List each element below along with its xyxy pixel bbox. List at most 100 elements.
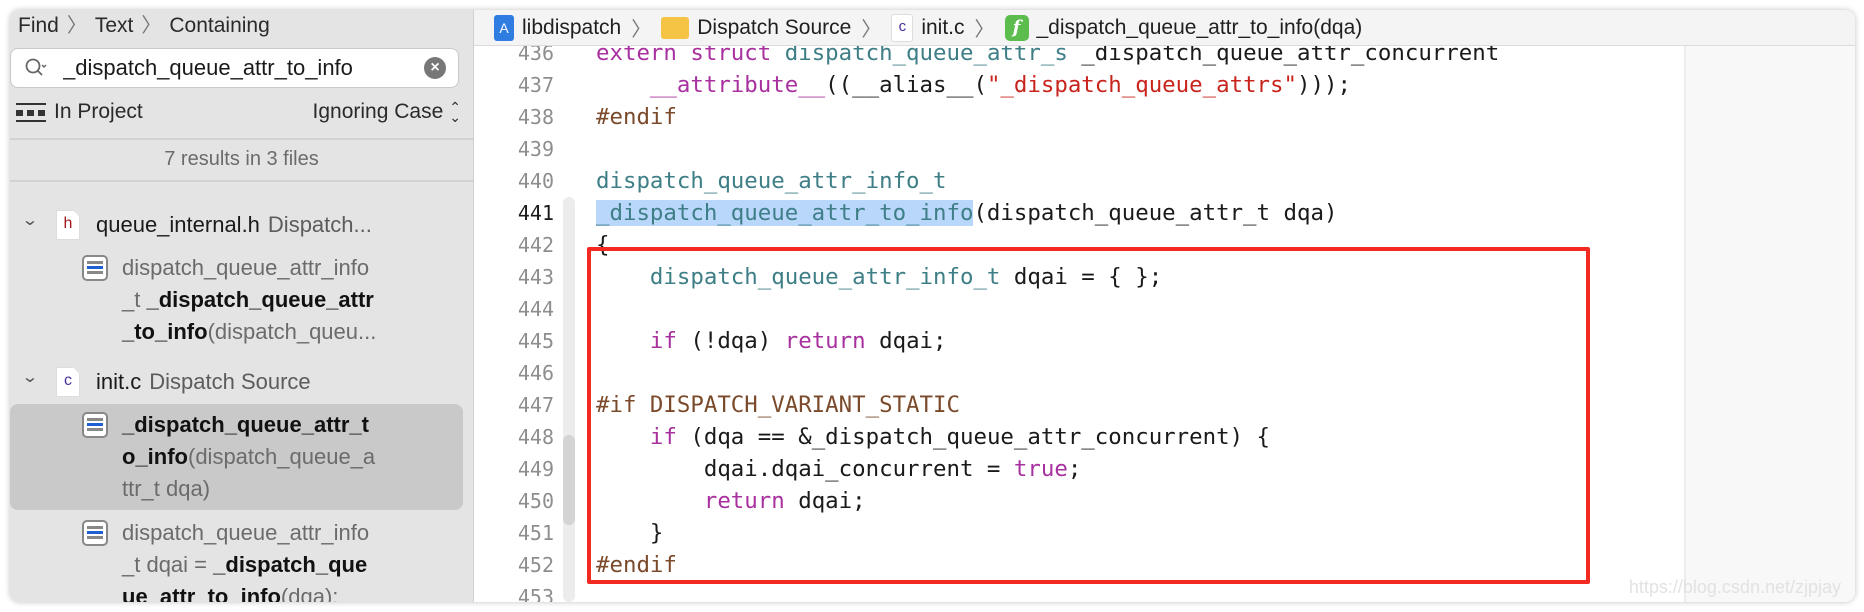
line-number: 451 [517,521,554,545]
line-number: 449 [517,457,554,481]
line-number: 446 [517,361,554,385]
search-result-item[interactable]: dispatch_queue_attr_info _t _dispatch_que… [10,247,463,353]
scope-button[interactable]: In Project [16,100,143,124]
code-match-icon [82,520,108,546]
context-text: ttr_t dqa) [122,476,211,501]
clear-search-icon[interactable]: × [424,57,446,79]
file-name: queue_internal.h [96,212,260,237]
scope-icon [16,103,46,122]
file-group: Dispatch... [267,212,372,237]
result-text-line: _to_info(dispatch_queu... [122,316,376,348]
chevron-down-icon[interactable]: ⌄ [21,367,44,387]
find-navigator: Find 〉 Text 〉 Containing × In Project Igno… [10,10,474,602]
find-mode-containing[interactable]: Containing [169,15,269,37]
file-group: Dispatch Source [149,369,311,394]
code-token-type: dispatch_queue_attr_info_t [596,168,947,194]
chevron-right-icon: 〉 [974,19,995,41]
jumpbar-file[interactable]: init.c [921,16,964,40]
file-result-row[interactable]: ⌄ c init.c Dispatch Source [21,366,311,398]
code-line[interactable]: __attribute__((__alias__("_dispatch_queu… [596,69,1351,101]
code-match-icon [82,255,108,281]
project-icon: A [494,14,514,41]
find-mode-find[interactable]: Find [18,15,59,37]
match-text: _to_info [122,319,208,344]
result-text-line: _dispatch_queue_attr_t [122,409,369,441]
chevron-right-icon: 〉 [141,15,162,37]
result-text-line: ue_attr_to_info(dqa); [122,581,338,602]
code-token-preproc: #endif [596,104,677,130]
match-text: _dispatch_queue_attr_t [122,412,369,437]
jumpbar-symbol[interactable]: _dispatch_queue_attr_to_info(dqa) [1037,16,1363,40]
context-text: dispatch_queue_attr_info [122,255,370,280]
search-field[interactable]: × [10,48,459,88]
find-mode-text[interactable]: Text [95,15,134,37]
search-icon[interactable] [25,57,47,79]
case-mode-label: Ignoring Case [312,100,444,123]
code-token-string: "_dispatch_queue_attrs" [986,72,1297,98]
line-number: 450 [517,489,554,513]
result-text-line: _t dqai = _dispatch_que [122,549,367,581]
search-result-item[interactable]: _dispatch_queue_attr_t o_info(dispatch_qu… [10,404,463,510]
annotation-red-box [587,247,1590,584]
chevron-right-icon: 〉 [66,15,87,37]
search-input[interactable] [61,52,405,84]
line-number: 447 [517,393,554,417]
match-text: _dispatch_que [213,552,368,577]
code-area[interactable]: 436 extern struct dispatch_queue_attr_s _… [474,10,1684,602]
line-number: 442 [517,233,554,257]
context-text: _t [122,287,147,312]
find-mode-path[interactable]: Find 〉 Text 〉 Containing [18,10,270,42]
line-number: 445 [517,329,554,353]
search-result-item[interactable]: dispatch_queue_attr_info _t dqai = _dispa… [10,512,463,602]
line-number: 448 [517,425,554,449]
result-text-line: dispatch_queue_attr_info [122,252,369,284]
xcode-window: Find 〉 Text 〉 Containing × In Project Igno… [10,10,1855,602]
divider [10,180,473,182]
line-number: 453 [517,585,554,602]
code-token-keyword: __attribute__ [649,72,826,98]
c-file-icon: c [56,367,80,397]
jump-bar: A libdispatch 〉 Dispatch Source 〉 c init… [474,10,1855,46]
function-icon: f [1004,14,1029,41]
code-line[interactable]: #endif [596,101,677,133]
code-token-plain: ((__alias__( [825,72,987,98]
line-number: 441 [517,201,554,225]
code-line[interactable]: dispatch_queue_attr_info_t [596,165,947,197]
divider [10,138,473,140]
header-file-icon: h [56,210,80,240]
line-number: 443 [517,265,554,289]
watermark: https://blog.csdn.net/zjpjay [1628,577,1841,597]
source-editor: A libdispatch 〉 Dispatch Source 〉 c init… [474,10,1855,602]
line-number: 437 [517,73,554,97]
jumpbar-project[interactable]: libdispatch [522,16,621,40]
highlighted-match: _dispatch_queue_attr_to_info [596,200,974,226]
line-number: 438 [517,105,554,129]
chevron-right-icon: 〉 [631,19,652,41]
case-sensitivity-popup[interactable]: Ignoring Case ⌃ ⌄ [313,100,461,124]
code-line[interactable]: _dispatch_queue_attr_to_info(dispatch_qu… [596,197,1337,229]
results-summary: 7 results in 3 files [164,148,319,170]
folder-icon [661,16,690,39]
result-text-line: o_info(dispatch_queue_a [122,441,375,473]
file-name: init.c [96,369,142,394]
chevron-right-icon: 〉 [861,19,882,41]
result-text-line: ttr_t dqa) [122,473,210,505]
result-text-line: dispatch_queue_attr_info [122,517,369,549]
jumpbar-group[interactable]: Dispatch Source [697,16,851,40]
result-text-line: _t _dispatch_queue_attr [122,284,374,316]
context-text: (dqa); [280,584,339,602]
chevron-down-icon[interactable]: ⌄ [21,210,44,230]
line-number: 439 [517,137,554,161]
scope-label: In Project [54,100,143,123]
code-token-plain: ))); [1297,72,1351,98]
line-number: 452 [517,553,554,577]
file-result-row[interactable]: ⌄ h queue_internal.h Dispatch... [21,209,372,241]
context-text: (dispatch_queue_a [188,444,376,469]
code-folding-ribbon[interactable] [563,197,575,602]
match-text: o_info [122,444,188,469]
minimap[interactable] [1684,45,1855,602]
scope-row: In Project Ignoring Case ⌃ ⌄ [16,100,461,128]
context-text: (dispatch_queu... [207,319,377,344]
fold-region-indicator[interactable] [563,435,575,525]
